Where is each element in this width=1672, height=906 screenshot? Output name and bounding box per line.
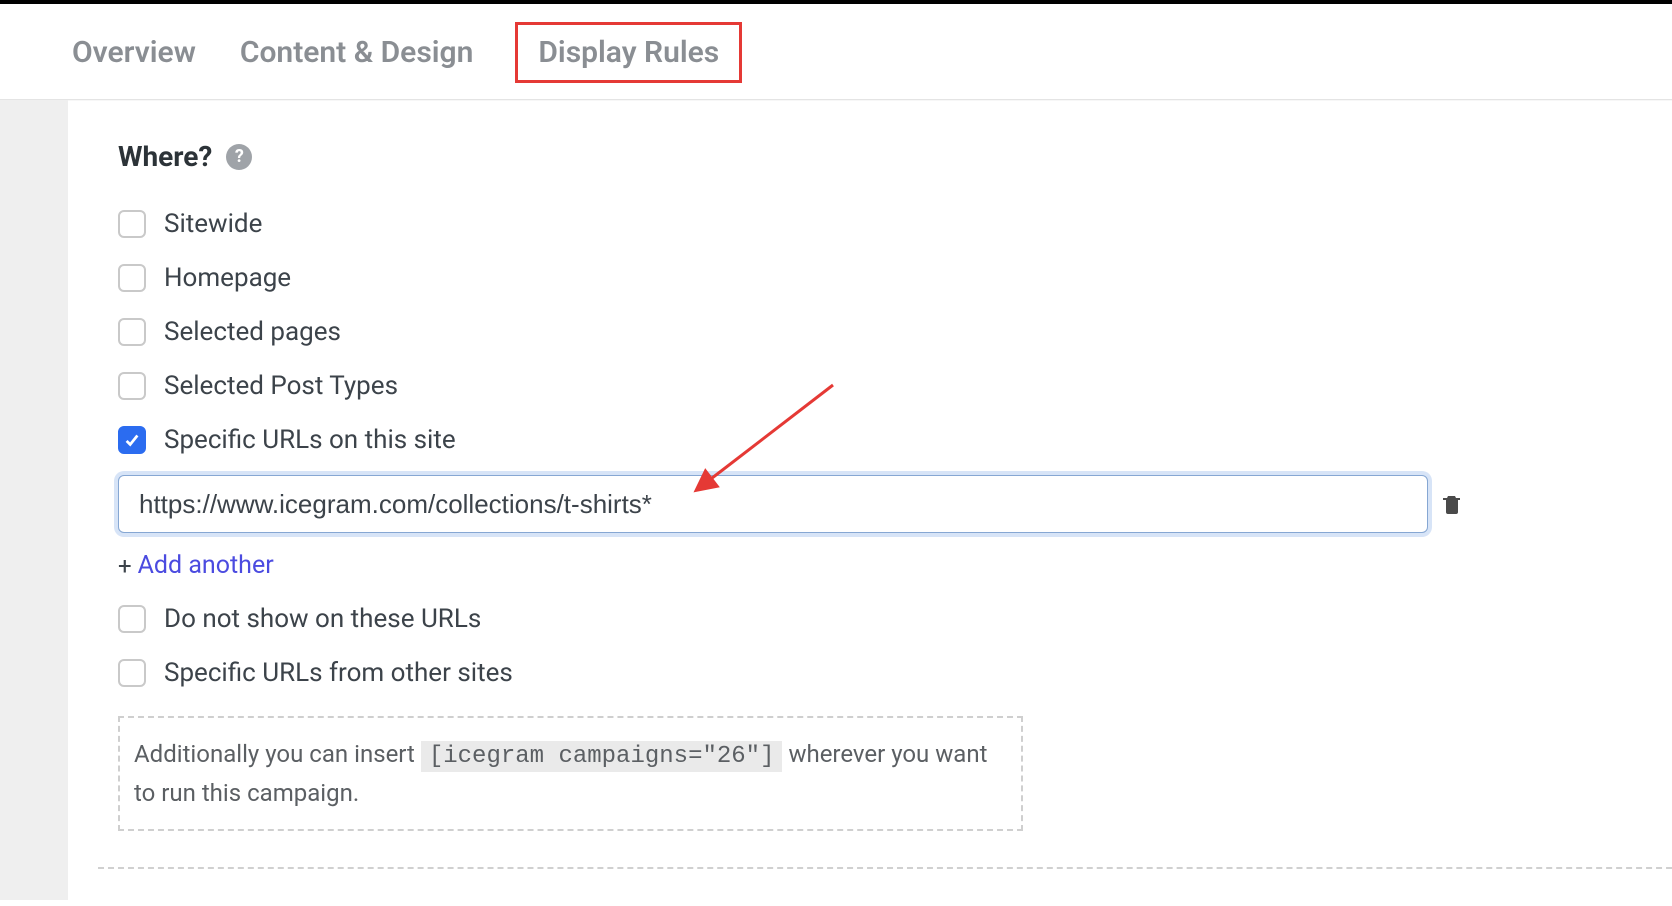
option-label-sitewide: Sitewide: [164, 209, 262, 239]
option-homepage[interactable]: Homepage: [118, 263, 1622, 293]
option-specific-urls[interactable]: Specific URLs on this site: [118, 425, 1622, 455]
option-sitewide[interactable]: Sitewide: [118, 209, 1622, 239]
option-label-selected-pages: Selected pages: [164, 317, 341, 347]
shortcode-note: Additionally you can insert [icegram cam…: [118, 716, 1023, 831]
section-title-where: Where?: [118, 140, 212, 173]
option-selected-pages[interactable]: Selected pages: [118, 317, 1622, 347]
tab-content-design[interactable]: Content & Design: [238, 31, 476, 74]
tab-display-rules[interactable]: Display Rules: [515, 22, 742, 83]
plus-icon: +: [118, 552, 132, 580]
checkbox-selected-pages[interactable]: [118, 318, 146, 346]
specific-url-input[interactable]: [118, 475, 1428, 533]
section-divider: [98, 867, 1672, 869]
url-input-block: [118, 475, 1622, 533]
option-label-do-not-show: Do not show on these URLs: [164, 604, 481, 634]
add-another-label: Add another: [138, 551, 274, 580]
left-gutter: [0, 100, 68, 900]
checkbox-other-sites[interactable]: [118, 659, 146, 687]
tab-overview[interactable]: Overview: [70, 31, 198, 74]
option-do-not-show[interactable]: Do not show on these URLs: [118, 604, 1622, 634]
checkbox-specific-urls[interactable]: [118, 426, 146, 454]
tabs-bar: Overview Content & Design Display Rules: [0, 4, 1672, 100]
checkbox-do-not-show[interactable]: [118, 605, 146, 633]
option-selected-post-types[interactable]: Selected Post Types: [118, 371, 1622, 401]
main-panel: Where? ? Sitewide Homepage Selecte: [68, 100, 1672, 900]
option-other-sites[interactable]: Specific URLs from other sites: [118, 658, 1622, 688]
option-label-homepage: Homepage: [164, 263, 291, 293]
checkbox-selected-post-types[interactable]: [118, 372, 146, 400]
shortcode-code: [icegram campaigns="26"]: [421, 741, 783, 772]
option-label-other-sites: Specific URLs from other sites: [164, 658, 513, 688]
option-label-selected-post-types: Selected Post Types: [164, 371, 398, 401]
option-label-specific-urls: Specific URLs on this site: [164, 425, 456, 455]
shortcode-prefix: Additionally you can insert: [134, 740, 421, 768]
checkbox-homepage[interactable]: [118, 264, 146, 292]
trash-icon[interactable]: [1440, 492, 1464, 516]
checkbox-sitewide[interactable]: [118, 210, 146, 238]
help-icon[interactable]: ?: [226, 144, 252, 170]
add-another-button[interactable]: + Add another: [118, 551, 1622, 580]
